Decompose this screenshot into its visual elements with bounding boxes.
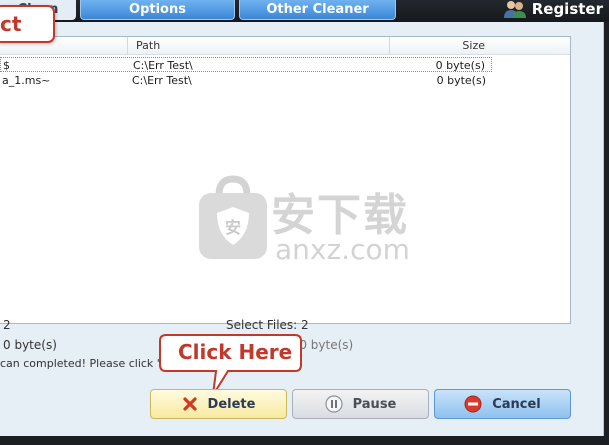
pause-icon: [325, 395, 343, 413]
file-list-header: Path Size: [0, 37, 570, 55]
cancel-label: Cancel: [492, 396, 541, 412]
shield-bag-icon: 安: [199, 175, 267, 259]
table-row[interactable]: $ C:\Err Test\ 0 byte(s): [0, 57, 492, 72]
delete-button[interactable]: Delete: [150, 389, 287, 419]
pause-button[interactable]: Pause: [292, 389, 429, 419]
file-name: a_1.ms~: [2, 74, 51, 87]
file-size: 0 byte(s): [436, 74, 486, 87]
tab-options-label: Options: [129, 2, 186, 17]
file-path: C:\Err Test\: [132, 74, 192, 87]
delete-label: Delete: [207, 396, 256, 412]
cancel-button[interactable]: Cancel: [434, 389, 571, 419]
files-size: 0 byte(s): [3, 338, 57, 352]
files-count: 2: [3, 318, 11, 332]
table-row[interactable]: a_1.ms~ C:\Err Test\ 0 byte(s): [0, 73, 492, 88]
users-icon: [503, 1, 526, 18]
minus-circle-icon: [464, 395, 482, 413]
column-size-label: Size: [462, 39, 485, 52]
column-size[interactable]: Size: [389, 37, 493, 54]
file-list[interactable]: Path Size $ C:\Err Test\ 0 byte(s) a_1.m…: [0, 36, 571, 324]
callout-click-here-text: Click Here: [178, 340, 293, 364]
callout-top: ct: [0, 5, 55, 43]
file-size: 0 byte(s): [435, 59, 485, 72]
svg-text:安: 安: [225, 218, 241, 237]
x-icon: [182, 397, 197, 411]
file-path: C:\Err Test\: [133, 59, 193, 72]
tab-other-cleaner[interactable]: Other Cleaner: [239, 0, 396, 20]
column-path-label: Path: [136, 39, 161, 52]
tab-options[interactable]: Options: [80, 0, 235, 20]
file-name: $: [3, 59, 10, 72]
callout-top-text: ct: [0, 12, 22, 36]
watermark-domain-text: anxz.com: [275, 233, 410, 266]
watermark: 安 安下载 anxz.com: [195, 173, 415, 283]
window-bottom-edge: [0, 436, 609, 445]
column-path[interactable]: Path: [127, 37, 389, 54]
tab-other-cleaner-label: Other Cleaner: [266, 2, 369, 17]
register-button[interactable]: Register: [503, 0, 603, 18]
tab-bar: Clean Options Other Cleaner Register: [0, 0, 609, 22]
register-label: Register: [531, 0, 603, 18]
select-files: Select Files: 2: [226, 318, 309, 332]
pause-label: Pause: [352, 396, 397, 412]
